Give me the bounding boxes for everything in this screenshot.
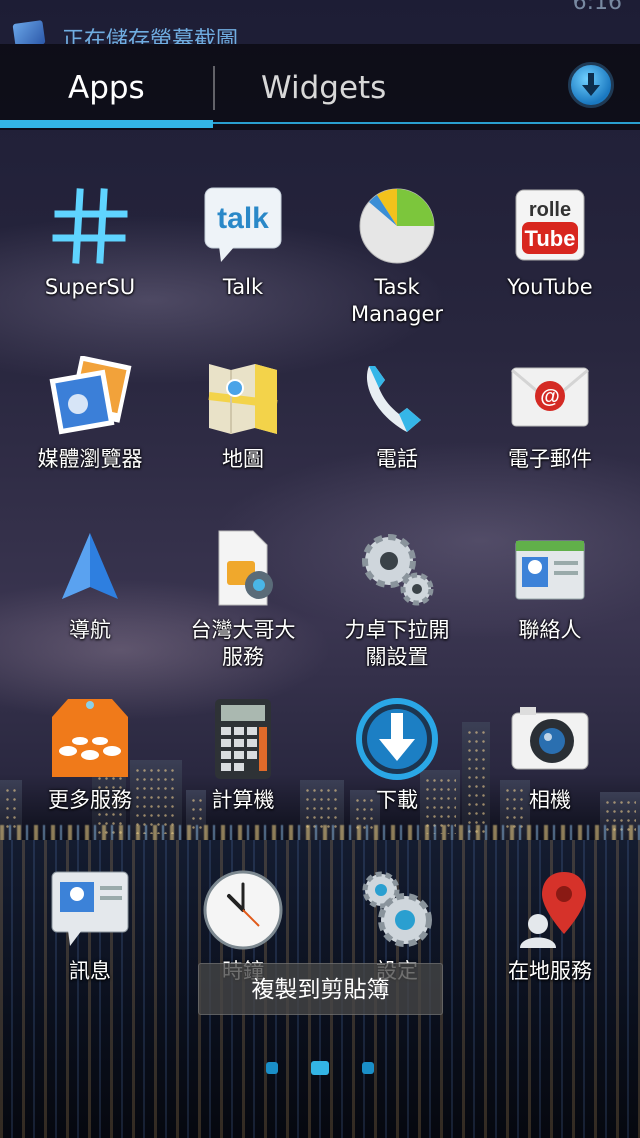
play-store-button[interactable] (568, 62, 614, 108)
app-email[interactable]: @ 電子郵件 (475, 356, 625, 473)
page-dot-2-active[interactable] (311, 1061, 329, 1075)
page-indicator (0, 1060, 640, 1076)
app-calculator[interactable]: 計算機 (168, 697, 318, 814)
app-talk[interactable]: talk Talk (168, 184, 318, 301)
app-label: 計算機 (211, 788, 275, 812)
svg-text:@: @ (540, 386, 560, 408)
gallery-icon (48, 355, 132, 440)
app-supersu[interactable]: SuperSU (15, 184, 165, 301)
svg-text:Tube: Tube (525, 226, 576, 251)
pie-chart-icon (355, 184, 439, 268)
app-label: 媒體瀏覽器 (37, 447, 143, 471)
talk-icon: talk (201, 184, 285, 268)
calculator-icon (201, 697, 285, 781)
sim-card-gear-icon (201, 527, 285, 611)
app-gallery[interactable]: 媒體瀏覽器 (15, 355, 165, 473)
page-dot-1[interactable] (266, 1062, 278, 1074)
tab-divider (213, 66, 215, 110)
screenshot-notification-icon (12, 20, 46, 44)
tab-apps[interactable]: Apps (68, 44, 145, 130)
map-pin-person-icon (508, 868, 592, 952)
map-icon (201, 356, 285, 440)
app-label: 更多服務 (48, 788, 132, 812)
tab-selected-indicator (0, 120, 213, 128)
supersu-icon (48, 184, 132, 268)
app-label: 在地服務 (508, 959, 592, 983)
email-icon: @ (508, 356, 592, 440)
app-camera[interactable]: 相機 (475, 697, 625, 814)
message-bubble-icon (48, 868, 132, 952)
app-label: 下載 (376, 788, 418, 812)
app-label: 導航 (69, 618, 111, 642)
svg-text:talk: talk (217, 202, 269, 235)
status-time: 6:16 (572, 0, 622, 15)
app-label: 相機 (529, 788, 571, 812)
app-label: 力卓下拉開 關設置 (344, 618, 450, 669)
camera-icon (508, 697, 592, 781)
app-downloads[interactable]: 下載 (322, 697, 472, 814)
app-youtube[interactable]: rolle Tube YouTube (475, 184, 625, 301)
app-label: SuperSU (44, 275, 136, 299)
download-circle-icon (355, 697, 439, 781)
app-label: 訊息 (69, 959, 111, 983)
app-more-services[interactable]: 更多服務 (15, 697, 165, 814)
app-task-manager[interactable]: Task Manager (322, 184, 472, 328)
svg-text:rolle: rolle (529, 199, 571, 221)
contacts-card-icon (508, 527, 592, 611)
app-twm-service[interactable]: 台灣大哥大 服務 (168, 527, 318, 671)
app-maps[interactable]: 地圖 (168, 356, 318, 473)
more-services-icon (48, 697, 132, 781)
app-label: 台灣大哥大 服務 (190, 618, 296, 669)
youtube-icon: rolle Tube (508, 184, 592, 268)
app-label: 聯絡人 (518, 618, 582, 642)
download-arrow-icon (582, 73, 600, 96)
app-label: 電子郵件 (508, 447, 592, 471)
app-drawer-tabbar: Apps Widgets (0, 44, 640, 130)
gears-icon (355, 527, 439, 611)
app-label: Task Manager (350, 275, 444, 326)
tab-widgets[interactable]: Widgets (261, 44, 386, 130)
app-label: Talk (222, 275, 264, 299)
navigation-arrow-icon (48, 527, 132, 611)
toast-message: 複製到剪貼簿 (198, 963, 443, 1015)
app-power-settings[interactable]: 力卓下拉開 關設置 (322, 527, 472, 671)
phone-icon (355, 356, 439, 440)
app-label: 地圖 (222, 447, 264, 471)
app-phone[interactable]: 電話 (322, 356, 472, 473)
app-contacts[interactable]: 聯絡人 (475, 527, 625, 644)
clock-icon (201, 868, 285, 952)
app-navigation[interactable]: 導航 (15, 527, 165, 644)
app-label: 電話 (376, 447, 418, 471)
app-messaging[interactable]: 訊息 (15, 868, 165, 985)
notification-text: 正在儲存螢幕截圖... (62, 28, 259, 44)
status-bar: 正在儲存螢幕截圖... 6:16 (0, 0, 640, 44)
app-label: YouTube (507, 275, 593, 299)
page-dot-3[interactable] (362, 1062, 374, 1074)
settings-gears-icon (355, 868, 439, 952)
app-local[interactable]: 在地服務 (475, 868, 625, 985)
